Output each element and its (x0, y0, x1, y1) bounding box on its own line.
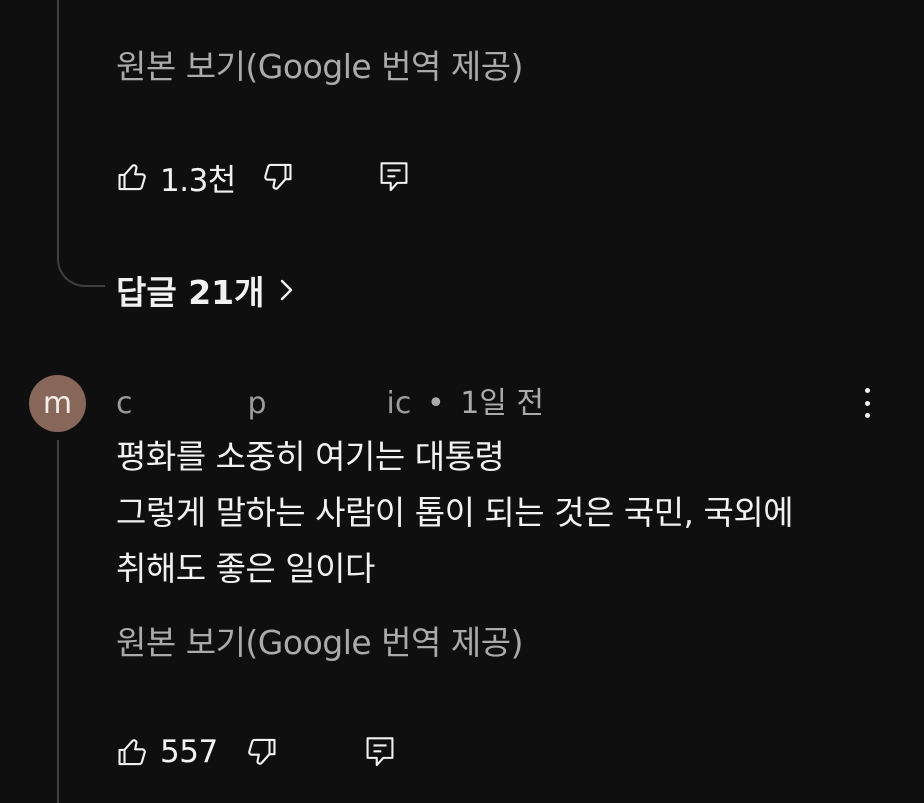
see-original-link[interactable]: 원본 보기(Google 번역 제공) (116, 40, 523, 88)
chevron-right-icon (279, 276, 295, 304)
avatar-letter: m (42, 386, 73, 421)
thread-line (57, 440, 59, 803)
thread-connector (57, 0, 105, 287)
author-name-fragment[interactable]: c (116, 386, 133, 421)
comment-actions: 1.3천 (116, 157, 410, 199)
thumbs-up-icon[interactable] (116, 160, 150, 194)
comment-reply-icon[interactable] (378, 160, 410, 194)
avatar[interactable]: m (29, 375, 86, 432)
comment-line: 그렇게 말하는 사람이 톱이 되는 것은 국민, 국외에 (116, 493, 794, 532)
comment-reply-icon[interactable] (364, 735, 396, 769)
replies-label: 답글 21개 (116, 273, 265, 312)
like-count: 1.3천 (160, 162, 236, 199)
thumbs-up-icon[interactable] (116, 735, 150, 769)
comment-line: 평화를 소중히 여기는 대통령 (116, 437, 505, 476)
comment-line: 취해도 좋은 일이다 (116, 549, 375, 588)
thumbs-down-icon[interactable] (244, 735, 278, 769)
comment-text: 평화를 소중히 여기는 대통령 그렇게 말하는 사람이 톱이 되는 것은 국민,… (116, 429, 794, 597)
comment-actions: 557 (116, 732, 396, 772)
view-replies-button[interactable]: 답글 21개 (116, 266, 295, 314)
meta-separator: • (426, 386, 445, 421)
more-vertical-icon[interactable] (852, 386, 882, 420)
like-count: 557 (160, 734, 218, 770)
see-original-link[interactable]: 원본 보기(Google 번역 제공) (116, 616, 523, 664)
author-name-fragment[interactable]: ic (387, 386, 412, 421)
thumbs-down-icon[interactable] (260, 160, 294, 194)
comment-meta: c p ic • 1일 전 (116, 378, 544, 422)
author-name-fragment[interactable]: p (248, 386, 267, 421)
comment-time[interactable]: 1일 전 (460, 386, 544, 421)
